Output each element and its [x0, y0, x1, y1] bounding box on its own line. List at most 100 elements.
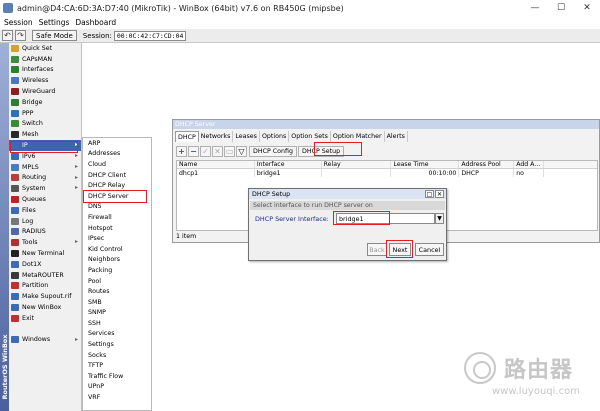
ip-menu-item-tftp[interactable]: TFTP [83, 360, 151, 371]
sidebar-item-mesh[interactable]: Mesh [9, 129, 81, 140]
tab-leases[interactable]: Leases [233, 131, 260, 142]
undo-icon[interactable]: ↶ [2, 30, 13, 41]
sidebar-item-new-winbox[interactable]: New WinBox [9, 302, 81, 313]
tab-options[interactable]: Options [260, 131, 290, 142]
dhcp-setup-button[interactable]: DHCP Setup [297, 145, 345, 157]
sidebar-item-metarouter[interactable]: MetaROUTER [9, 270, 81, 281]
filter-icon[interactable]: ▽ [236, 145, 247, 157]
sidebar-item-exit[interactable]: Exit [9, 313, 81, 324]
next-button[interactable]: Next [389, 243, 411, 256]
ip-menu-item-kid-control[interactable]: Kid Control [83, 244, 151, 255]
ip-menu-item-settings[interactable]: Settings [83, 339, 151, 350]
ip-menu-item-neighbors[interactable]: Neighbors [83, 255, 151, 266]
ip-menu-item-upnp[interactable]: UPnP [83, 382, 151, 393]
tab-dhcp[interactable]: DHCP [175, 131, 199, 142]
col-header-add-arp[interactable]: Add A... [514, 161, 545, 168]
redo-icon[interactable]: ↷ [15, 30, 26, 41]
ip-menu-item-socks[interactable]: Socks [83, 350, 151, 361]
setup-dialog-title[interactable]: DHCP Setup [249, 189, 446, 199]
restore-icon[interactable]: □ [425, 190, 434, 198]
sidebar-item-mpls[interactable]: MPLS ▸ [9, 162, 81, 173]
ip-menu-item-vrf[interactable]: VRF [83, 392, 151, 403]
safe-mode-button[interactable]: Safe Mode [32, 30, 77, 41]
back-button[interactable]: Back [367, 243, 387, 256]
ip-menu-item-pool[interactable]: Pool [83, 276, 151, 287]
sidebar-item-bridge[interactable]: Bridge [9, 97, 81, 108]
ip-menu-item-routes[interactable]: Routes [83, 286, 151, 297]
dhcp-config-button[interactable]: DHCP Config [249, 145, 297, 157]
ip-menu-item-snmp[interactable]: SNMP [83, 308, 151, 319]
sidebar-item-capsman[interactable]: CAPsMAN [9, 54, 81, 65]
brand-text: RouterOS WinBox [0, 334, 9, 400]
menu-settings[interactable]: Settings [39, 18, 70, 27]
sidebar-item-system[interactable]: System ▸ [9, 183, 81, 194]
ip-menu-item-dhcp-relay[interactable]: DHCP Relay [83, 180, 151, 191]
sidebar-item-new-terminal[interactable]: New Terminal [9, 248, 81, 259]
ipv6-icon [11, 152, 19, 160]
add-icon[interactable]: + [176, 145, 187, 157]
sidebar-item-queues[interactable]: Queues [9, 194, 81, 205]
ip-menu-item-arp[interactable]: ARP [83, 138, 151, 149]
ip-menu-item-dhcp-server[interactable]: DHCP Server [83, 191, 151, 202]
tab-networks[interactable]: Networks [199, 131, 234, 142]
sidebar-item-radius[interactable]: RADIUS [9, 227, 81, 238]
comment-icon[interactable]: ▭ [224, 145, 235, 157]
sidebar-item-label: Dot1X [22, 260, 42, 268]
ip-menu-item-hotspot[interactable]: Hotspot [83, 223, 151, 234]
sidebar-item-wireguard[interactable]: WireGuard [9, 86, 81, 97]
sidebar-item-partition[interactable]: Partition [9, 281, 81, 292]
col-header-lease-time[interactable]: Lease Time [391, 161, 460, 168]
sidebar-item-label: MPLS [22, 163, 39, 171]
menu-session[interactable]: Session [4, 18, 33, 27]
sidebar-item-files[interactable]: Files [9, 205, 81, 216]
ip-menu-item-ssh[interactable]: SSH [83, 318, 151, 329]
system-icon [11, 185, 19, 193]
enable-icon[interactable]: ✓ [200, 145, 211, 157]
ip-menu-item-addresses[interactable]: Addresses [83, 149, 151, 160]
ip-menu-item-ipsec[interactable]: IPsec [83, 233, 151, 244]
maximize-icon[interactable]: ☐ [548, 0, 574, 16]
sidebar-item-ppp[interactable]: PPP [9, 108, 81, 119]
sidebar-item-log[interactable]: Log [9, 216, 81, 227]
dhcp-window-title[interactable]: DHCP Server [173, 120, 599, 129]
ip-menu-item-smb[interactable]: SMB [83, 297, 151, 308]
tab-option-matcher[interactable]: Option Matcher [331, 131, 385, 142]
col-header-relay[interactable]: Relay [322, 161, 392, 168]
col-header-name[interactable]: Name [177, 161, 255, 168]
sidebar-item-quick-set[interactable]: Quick Set [9, 43, 81, 54]
ip-menu-item-firewall[interactable]: Firewall [83, 212, 151, 223]
sidebar-item-routing[interactable]: Routing ▸ [9, 173, 81, 184]
sidebar-item-ip[interactable]: IP ▸ [9, 140, 81, 151]
ip-menu-item-dns[interactable]: DNS [83, 202, 151, 213]
close-icon[interactable]: ✕ [574, 0, 600, 16]
cancel-button[interactable]: Cancel [415, 243, 444, 256]
ip-submenu: ARP Addresses Cloud DHCP Client DHCP Relay DH… [82, 137, 152, 411]
remove-icon[interactable]: − [188, 145, 199, 157]
ip-menu-item-dhcp-client[interactable]: DHCP Client [83, 170, 151, 181]
ip-menu-item-services[interactable]: Services [83, 329, 151, 340]
close-icon[interactable]: ✕ [435, 190, 444, 198]
minimize-icon[interactable]: — [522, 0, 548, 16]
sidebar-item-make-supout-rif[interactable]: Make Supout.rif [9, 291, 81, 302]
sidebar-item-wireless[interactable]: Wireless [9, 75, 81, 86]
tab-option-sets[interactable]: Option Sets [289, 131, 331, 142]
col-header-address-pool[interactable]: Address Pool [459, 161, 515, 168]
disable-icon[interactable]: ✕ [212, 145, 223, 157]
col-header-interface[interactable]: Interface [255, 161, 322, 168]
sidebar-item-windows[interactable]: Windows ▸ [9, 335, 81, 346]
chevron-down-icon[interactable]: ▼ [435, 213, 444, 224]
ip-menu-item-packing[interactable]: Packing [83, 265, 151, 276]
tab-alerts[interactable]: Alerts [385, 131, 408, 142]
sidebar-item-switch[interactable]: Switch [9, 119, 81, 130]
sidebar-item-interfaces[interactable]: Interfaces [9, 65, 81, 76]
sidebar-item-tools[interactable]: Tools ▸ [9, 237, 81, 248]
interface-select[interactable]: bridge1 [336, 213, 435, 224]
ip-menu-item-traffic-flow[interactable]: Traffic Flow [83, 371, 151, 382]
sidebar-item-ipv6[interactable]: IPv6 ▸ [9, 151, 81, 162]
sidebar-item-dot1x[interactable]: Dot1X [9, 259, 81, 270]
session-field[interactable]: 00:0C:42:C7:CD:04 [113, 30, 187, 41]
table-row[interactable]: dhcp1 bridge1 00:10:00 DHCP no [177, 169, 597, 177]
windows-icon [11, 336, 19, 344]
menu-dashboard[interactable]: Dashboard [75, 18, 116, 27]
ip-menu-item-cloud[interactable]: Cloud [83, 159, 151, 170]
